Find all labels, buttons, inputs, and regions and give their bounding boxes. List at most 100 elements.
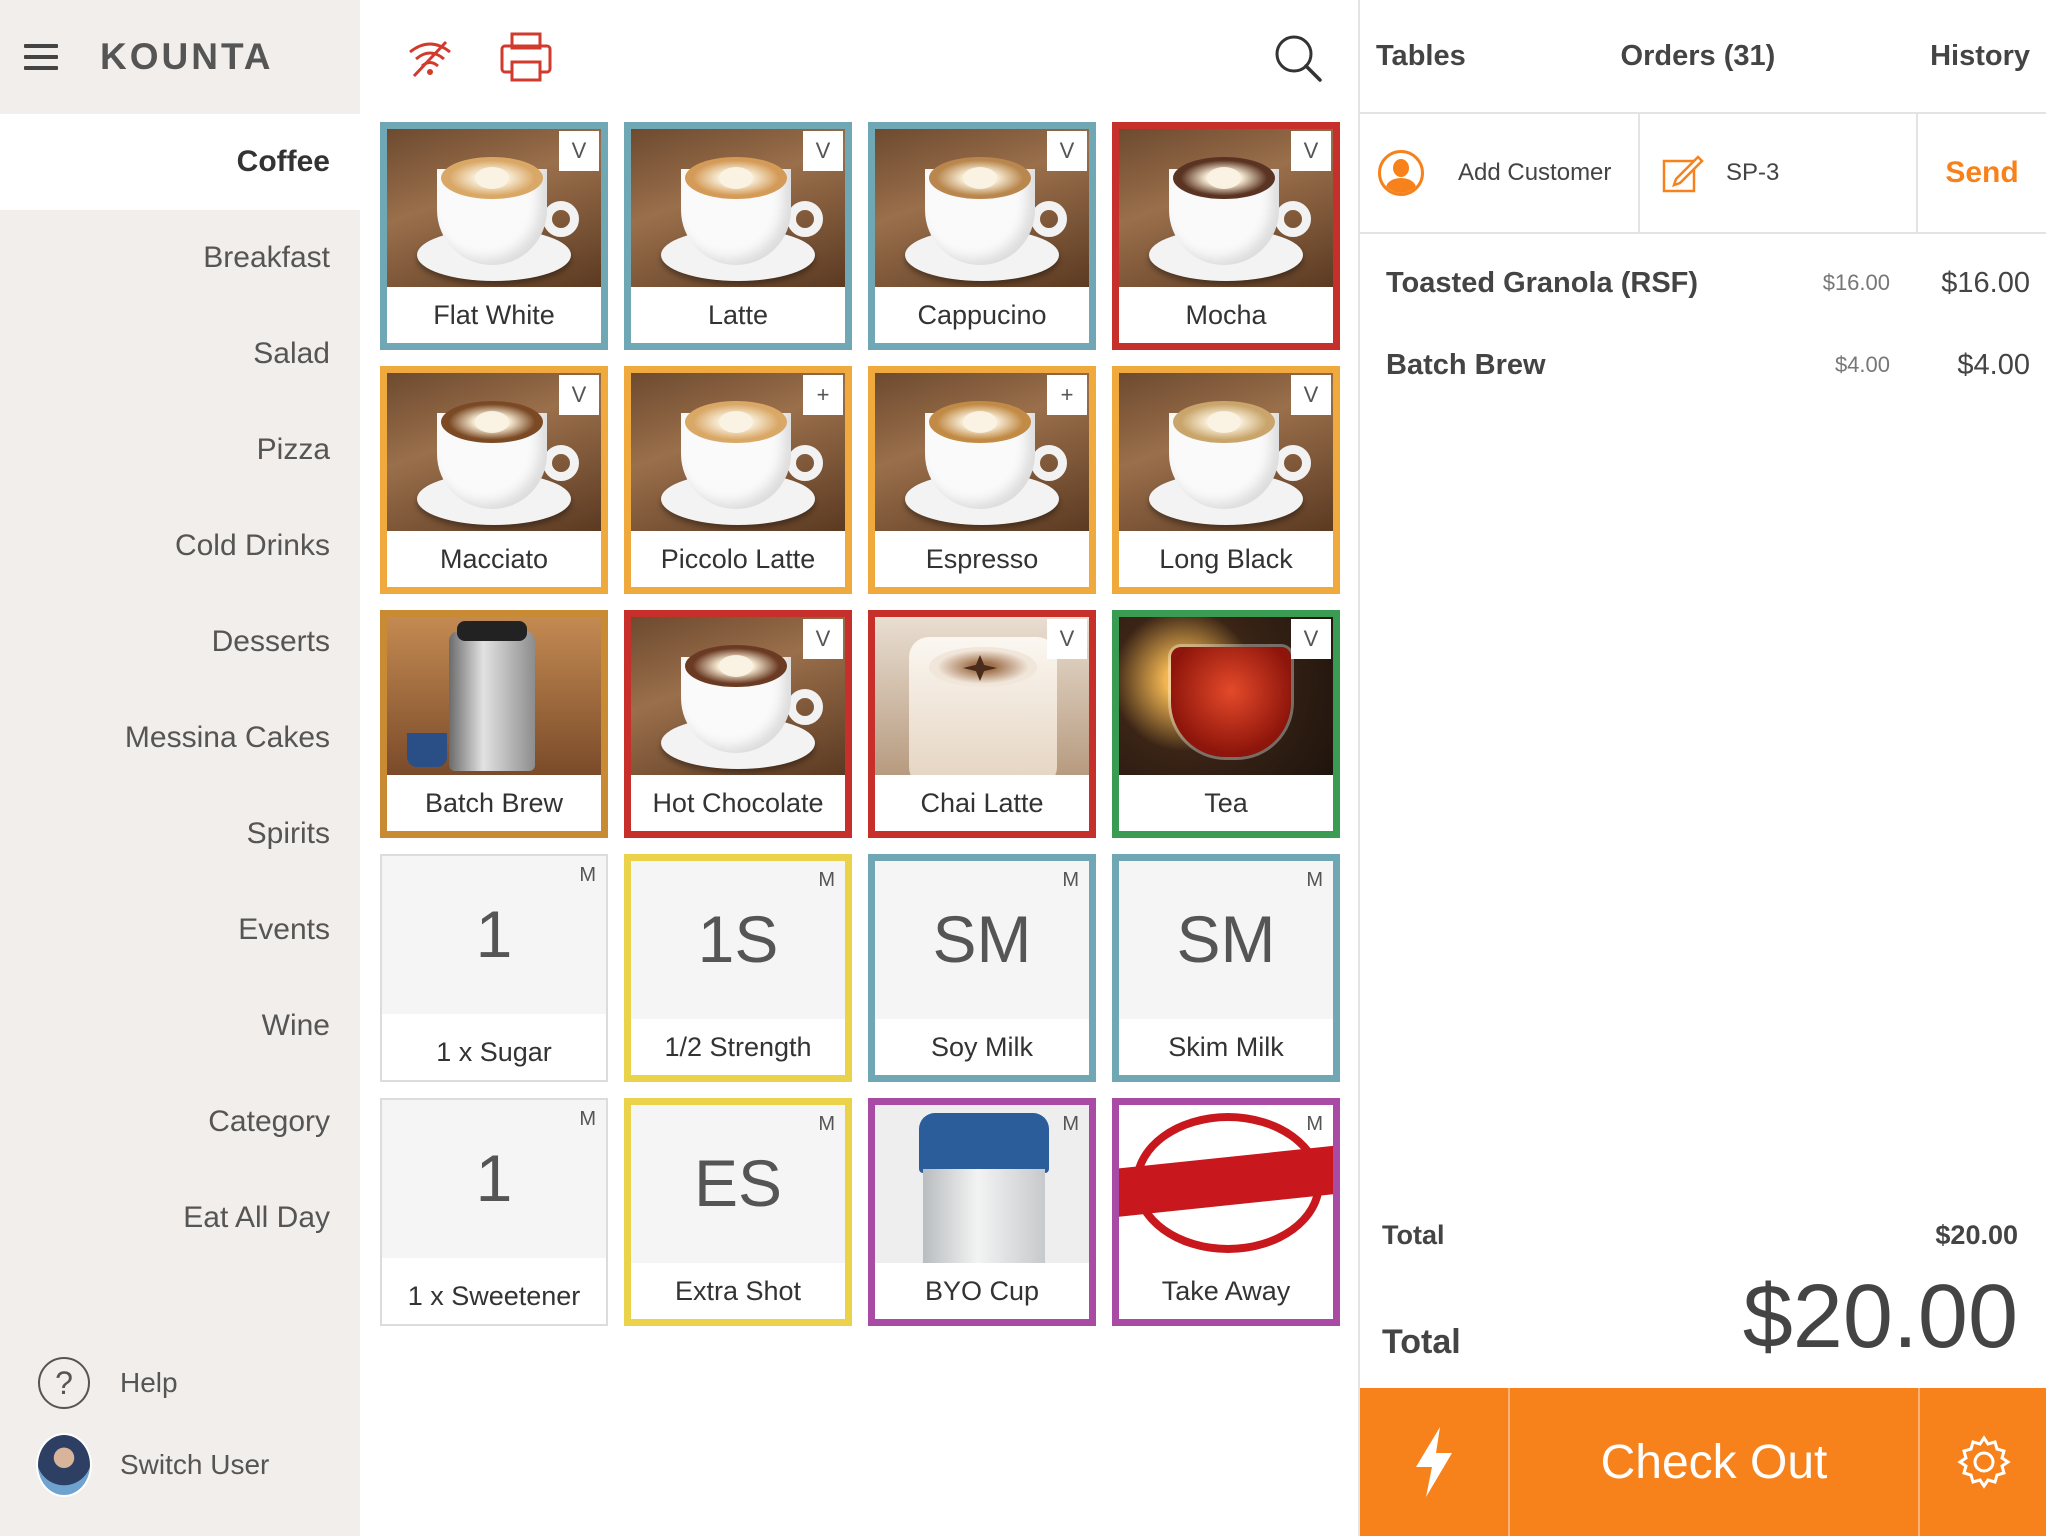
category-list: Coffee Breakfast Salad Pizza Cold Drinks Dess… (0, 114, 360, 1266)
sidebar-item-events[interactable]: Events (0, 882, 360, 978)
product-tile-hot-chocolate[interactable]: V Hot Chocolate (624, 610, 852, 838)
product-tile-piccolo-latte[interactable]: + Piccolo Latte (624, 366, 852, 594)
order-line[interactable]: Batch Brew $4.00 $4.00 (1386, 340, 2030, 390)
modifier-badge: M (579, 1108, 596, 1130)
byo-cup-image (875, 1105, 1089, 1265)
modifier-label: 1 x Sweetener (382, 1268, 606, 1324)
modifier-label: Extra Shot (631, 1263, 845, 1319)
modifier-tile-byo-cup[interactable]: M BYO Cup (868, 1098, 1096, 1326)
product-label: Espresso (875, 531, 1089, 587)
total-value: $20.00 (1742, 1267, 2018, 1367)
order-tabs: Tables Orders (31) History (1360, 0, 2046, 114)
modifier-tile-soy-milk[interactable]: SM M Soy Milk (868, 854, 1096, 1082)
product-tile-macciato[interactable]: V Macciato (380, 366, 608, 594)
modifier-code: 1 (475, 1141, 513, 1215)
tab-history[interactable]: History (1930, 40, 2030, 73)
subtotal-value: $20.00 (1935, 1220, 2018, 1250)
switch-user-button[interactable]: Switch User (0, 1424, 360, 1506)
order-line-unit-price: $4.00 (1834, 352, 1890, 377)
settings-gear-icon[interactable] (1920, 1388, 2046, 1536)
modifier-tile-skim-milk[interactable]: SM M Skim Milk (1112, 854, 1340, 1082)
sidebar-item-breakfast[interactable]: Breakfast (0, 210, 360, 306)
variant-badge: V (1291, 619, 1331, 659)
pos-app: KOUNTA Coffee Breakfast Salad Pizza Cold Dri… (0, 0, 2046, 1536)
modifier-label: Take Away (1119, 1263, 1333, 1319)
order-line-name: Batch Brew (1386, 348, 1546, 381)
tab-orders[interactable]: Orders (31) (1621, 40, 1776, 73)
product-label: Mocha (1119, 287, 1333, 343)
customer-row: Add Customer SP-3 Send (1360, 114, 2046, 234)
product-tile-long-black[interactable]: V Long Black (1112, 366, 1340, 594)
sidebar-item-pizza[interactable]: Pizza (0, 402, 360, 498)
sidebar-item-coffee[interactable]: Coffee (0, 114, 360, 210)
order-panel: Tables Orders (31) History Add Customer … (1358, 0, 2046, 1536)
product-label: Macciato (387, 531, 601, 587)
product-tile-latte[interactable]: V Latte (624, 122, 852, 350)
modifier-tile-1-2-strength[interactable]: 1S M 1/2 Strength (624, 854, 852, 1082)
product-label: Tea (1119, 775, 1333, 831)
search-icon[interactable] (1270, 30, 1326, 86)
modifier-badge: M (818, 1113, 835, 1135)
sidebar-item-messina-cakes[interactable]: Messina Cakes (0, 690, 360, 786)
help-button[interactable]: ? Help (0, 1342, 360, 1424)
modifier-badge: M (1062, 1113, 1079, 1135)
printer-icon[interactable] (498, 30, 554, 86)
modifier-code: SM (932, 902, 1032, 976)
modifier-badge: M (579, 864, 596, 886)
lightning-icon (1416, 1427, 1452, 1497)
order-line-unit-price: $16.00 (1822, 270, 1890, 295)
product-label: Flat White (387, 287, 601, 343)
product-tile-batch-brew[interactable]: Batch Brew (380, 610, 608, 838)
product-tile-mocha[interactable]: V Mocha (1112, 122, 1340, 350)
modifier-tile-extra-shot[interactable]: ES M Extra Shot (624, 1098, 852, 1326)
send-button[interactable]: Send (1918, 114, 2046, 232)
variant-badge: V (803, 131, 843, 171)
modifier-label: Soy Milk (875, 1019, 1089, 1075)
modifier-label: BYO Cup (875, 1263, 1089, 1319)
switch-user-label: Switch User (120, 1449, 270, 1480)
modifier-tile-take-away[interactable]: M Take Away (1112, 1098, 1340, 1326)
sidebar: KOUNTA Coffee Breakfast Salad Pizza Cold Dri… (0, 0, 360, 1536)
modifier-badge: M (1062, 869, 1079, 891)
toolbar (360, 0, 1358, 114)
add-customer-label: Add Customer (1458, 159, 1612, 186)
tab-tables[interactable]: Tables (1376, 40, 1466, 73)
sidebar-item-salad[interactable]: Salad (0, 306, 360, 402)
product-image (387, 617, 601, 775)
order-reference-button[interactable]: SP-3 (1640, 114, 1918, 232)
modifier-tile-1-x-sugar[interactable]: 1 M 1 x Sugar (380, 854, 608, 1082)
modifier-tile-1-x-sweetener[interactable]: 1 M 1 x Sweetener (380, 1098, 608, 1326)
sidebar-item-eat-all-day[interactable]: Eat All Day (0, 1170, 360, 1266)
sidebar-item-cold-drinks[interactable]: Cold Drinks (0, 498, 360, 594)
modifier-badge: M (1306, 1113, 1323, 1135)
help-icon: ? (36, 1355, 92, 1411)
modifier-label: 1 x Sugar (382, 1024, 606, 1080)
product-tile-tea[interactable]: V Tea (1112, 610, 1340, 838)
checkout-button[interactable]: Check Out (1510, 1388, 1920, 1536)
product-tile-espresso[interactable]: + Espresso (868, 366, 1096, 594)
product-tile-flat-white[interactable]: V Flat White (380, 122, 608, 350)
product-label: Long Black (1119, 531, 1333, 587)
variant-badge: + (803, 375, 843, 415)
modifier-badge: M (1306, 869, 1323, 891)
quick-sale-button[interactable] (1360, 1388, 1510, 1536)
order-line-total: $16.00 (1941, 266, 2030, 299)
variant-badge: V (1291, 131, 1331, 171)
sidebar-header: KOUNTA (0, 0, 360, 114)
sidebar-footer: ? Help Switch User (0, 1342, 360, 1536)
order-line-total: $4.00 (1957, 348, 2030, 381)
order-line[interactable]: Toasted Granola (RSF) $16.00 $16.00 (1386, 258, 2030, 308)
product-tile-cappucino[interactable]: V Cappucino (868, 122, 1096, 350)
sidebar-item-wine[interactable]: Wine (0, 978, 360, 1074)
product-tile-chai-latte[interactable]: V Chai Latte (868, 610, 1096, 838)
add-customer-button[interactable]: Add Customer (1360, 114, 1640, 232)
logo: KOUNTA (100, 36, 274, 77)
edit-icon (1662, 155, 1704, 193)
product-grid: V Flat White V Latte V Cappucino V Mocha V Maccia… (380, 122, 1340, 1326)
wifi-off-icon[interactable] (402, 30, 458, 86)
sidebar-item-desserts[interactable]: Desserts (0, 594, 360, 690)
sidebar-item-spirits[interactable]: Spirits (0, 786, 360, 882)
sidebar-item-category[interactable]: Category (0, 1074, 360, 1170)
hamburger-menu-icon[interactable] (24, 44, 58, 70)
modifier-code: ES (693, 1146, 783, 1220)
